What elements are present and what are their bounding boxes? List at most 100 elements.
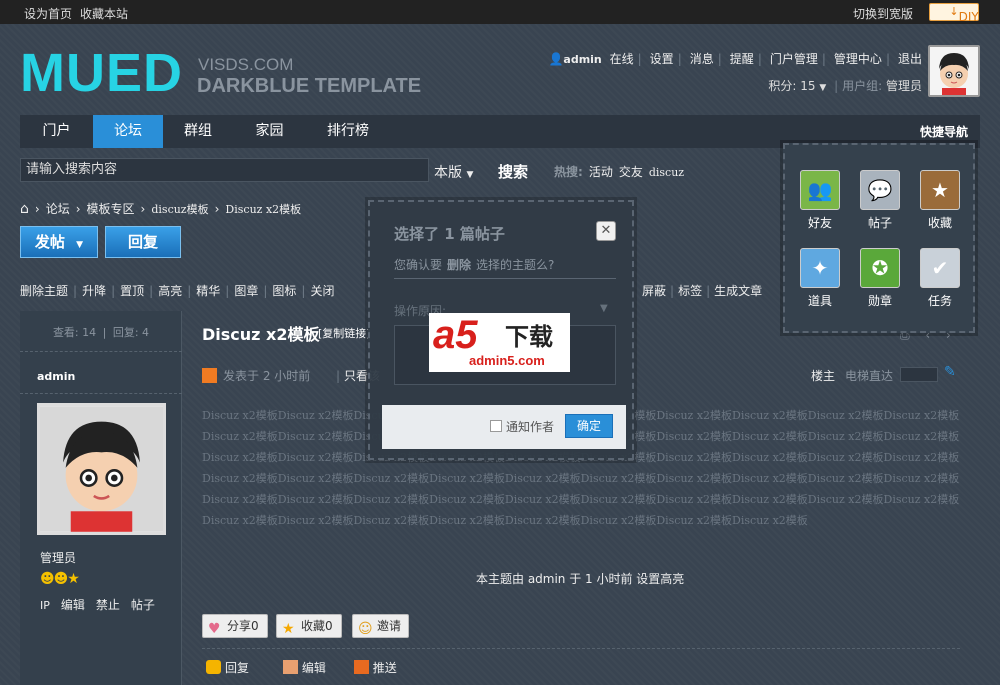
chevron-down-icon[interactable]: ▼: [600, 303, 608, 314]
quick-nav-item[interactable]: 👥 好友: [795, 170, 845, 231]
ip-link[interactable]: IP: [40, 599, 50, 612]
search-scope-dropdown[interactable]: 本版 ▼: [434, 162, 473, 182]
mod-highlight[interactable]: 高亮: [158, 284, 182, 298]
post-icon: 💬: [860, 170, 900, 210]
copy-link[interactable]: [复制链接]: [318, 325, 371, 341]
admin-center-link[interactable]: 管理中心: [834, 52, 882, 66]
author-name[interactable]: admin: [37, 370, 75, 383]
edit-user-link[interactable]: 编辑: [61, 598, 85, 612]
quick-nav-item[interactable]: ✦ 道具: [795, 248, 845, 309]
push-icon: [353, 660, 369, 674]
nav-groups[interactable]: 群组: [163, 115, 233, 148]
hot-item[interactable]: discuz: [649, 166, 684, 179]
notify-author-checkbox[interactable]: [490, 420, 502, 432]
notify-author-label[interactable]: 通知作者: [506, 418, 554, 435]
mod-close[interactable]: 关闭: [310, 284, 334, 298]
quick-nav-label: 道具: [807, 294, 832, 308]
floor-label: 楼主: [811, 369, 836, 383]
post-meta: 发表于 2 小时前: [202, 367, 310, 384]
nav-portal[interactable]: 门户: [20, 115, 93, 148]
quick-nav-label: 任务: [927, 294, 952, 308]
points-dropdown[interactable]: 积分: 15 ▼: [768, 79, 826, 93]
mod-digest[interactable]: 精华: [196, 284, 220, 298]
messages-link[interactable]: 消息: [690, 52, 714, 66]
share-button[interactable]: ♥ 分享0: [202, 614, 268, 638]
moderation-bar: 删除主题 | 升降 | 置顶 | 高亮 | 精华 | 图章 | 图标 | 关闭: [20, 284, 335, 298]
breadcrumb-template-zone[interactable]: 模板专区: [87, 202, 135, 216]
mod-generate-article[interactable]: 生成文章: [714, 284, 762, 298]
post-push-link[interactable]: 推送: [353, 660, 403, 675]
logo-subtitle: VISDS.COM: [198, 55, 294, 74]
rank-stars-icon: ☻☻★: [40, 571, 80, 587]
new-post-button[interactable]: 发帖 ▼: [20, 226, 98, 258]
pencil-icon[interactable]: ✎: [944, 364, 956, 380]
reply-icon: [206, 660, 221, 674]
friends-icon: 👥: [800, 170, 840, 210]
logout-link[interactable]: 退出: [898, 52, 922, 66]
site-logo[interactable]: MUED: [20, 46, 183, 100]
nav-forum[interactable]: 论坛: [93, 115, 163, 148]
avatar-face-icon: [40, 406, 163, 532]
thread-stats: 查看: 14 | 回复: 4: [52, 326, 150, 339]
search-button[interactable]: 搜索: [498, 161, 528, 182]
dialog-footer: 通知作者 确定: [382, 405, 626, 449]
hot-item[interactable]: 交友: [619, 165, 643, 179]
post-reply-link[interactable]: 回复: [206, 660, 255, 675]
quick-nav-item[interactable]: 💬 帖子: [855, 170, 905, 231]
bookmark-link[interactable]: 收藏本站: [80, 5, 128, 22]
invite-button[interactable]: ☺ 邀请: [352, 614, 409, 638]
user-group[interactable]: 管理员: [886, 79, 922, 93]
notice-link[interactable]: 提醒: [730, 52, 754, 66]
breadcrumb-forum[interactable]: 论坛: [46, 202, 70, 216]
hot-item[interactable]: 活动: [589, 165, 613, 179]
username-link[interactable]: admin: [563, 53, 601, 66]
quick-nav-item[interactable]: ✔ 任务: [915, 248, 965, 309]
reply-button[interactable]: 回复: [105, 226, 181, 258]
post-edit-link[interactable]: 编辑: [282, 660, 332, 675]
breadcrumb-current[interactable]: Discuz x2模板: [225, 203, 301, 216]
search-input[interactable]: 请输入搜索内容: [20, 158, 429, 182]
favorite-button[interactable]: ★ 收藏0: [276, 614, 342, 638]
heart-icon: ♥: [208, 621, 221, 637]
mod-icon[interactable]: 图标: [272, 284, 296, 298]
mod-delete-topic[interactable]: 删除主题: [20, 284, 68, 298]
quick-nav-label: 勋章: [867, 294, 892, 308]
mod-tags[interactable]: 标签: [678, 284, 702, 298]
settings-link[interactable]: 设置: [650, 52, 674, 66]
home-icon[interactable]: ⌂: [20, 201, 29, 217]
mod-stamp[interactable]: 图章: [234, 284, 258, 298]
user-avatar[interactable]: [928, 45, 980, 97]
nav-ranking[interactable]: 排行榜: [306, 115, 390, 148]
breadcrumb-discuz-template[interactable]: discuz模板: [151, 203, 208, 216]
quick-nav-link[interactable]: 快捷导航: [920, 123, 968, 140]
top-bar: 设为首页 收藏本站 切换到宽版 ↓ DIY: [0, 0, 1000, 24]
mod-block[interactable]: 屏蔽: [642, 284, 666, 298]
close-icon[interactable]: ✕: [596, 221, 616, 241]
user-points: 积分: 15 ▼ | 用户组: 管理员: [768, 79, 922, 93]
mod-stick[interactable]: 置顶: [120, 284, 144, 298]
user-posts-link[interactable]: 帖子: [131, 598, 155, 612]
elevator-input[interactable]: [900, 367, 938, 382]
quick-nav-item[interactable]: ★ 收藏: [915, 170, 965, 231]
chevron-down-icon: ▼: [466, 170, 474, 180]
elevator-label: 电梯直达: [845, 369, 894, 383]
confirm-button[interactable]: 确定: [565, 414, 613, 438]
moderation-note: 本主题由 admin 于 1 小时前 设置高亮: [476, 572, 685, 586]
nav-home[interactable]: 家园: [233, 115, 306, 148]
author-avatar[interactable]: [37, 403, 166, 535]
quick-nav-item[interactable]: ✪ 勋章: [855, 248, 905, 309]
portal-manage-link[interactable]: 门户管理: [770, 52, 818, 66]
author-sidebar: 查看: 14 | 回复: 4 admin 管理员 ☻☻★ IP 编辑 禁止 帖子: [20, 311, 182, 685]
ban-link[interactable]: 禁止: [96, 598, 120, 612]
star-icon: ★: [282, 621, 295, 637]
set-homepage-link[interactable]: 设为首页: [24, 5, 72, 22]
watermark-url: admin5.com: [469, 353, 545, 368]
author-group[interactable]: 管理员: [40, 549, 76, 566]
diy-button[interactable]: ↓ DIY: [929, 3, 979, 24]
online-status[interactable]: 在线: [610, 52, 634, 66]
switch-wide-link[interactable]: 切换到宽版: [853, 5, 913, 22]
avatar-face-icon: [930, 47, 978, 95]
mod-bump[interactable]: 升降: [82, 284, 106, 298]
watermark-logo: a5: [433, 313, 478, 357]
chevron-down-icon: ▼: [76, 240, 84, 250]
